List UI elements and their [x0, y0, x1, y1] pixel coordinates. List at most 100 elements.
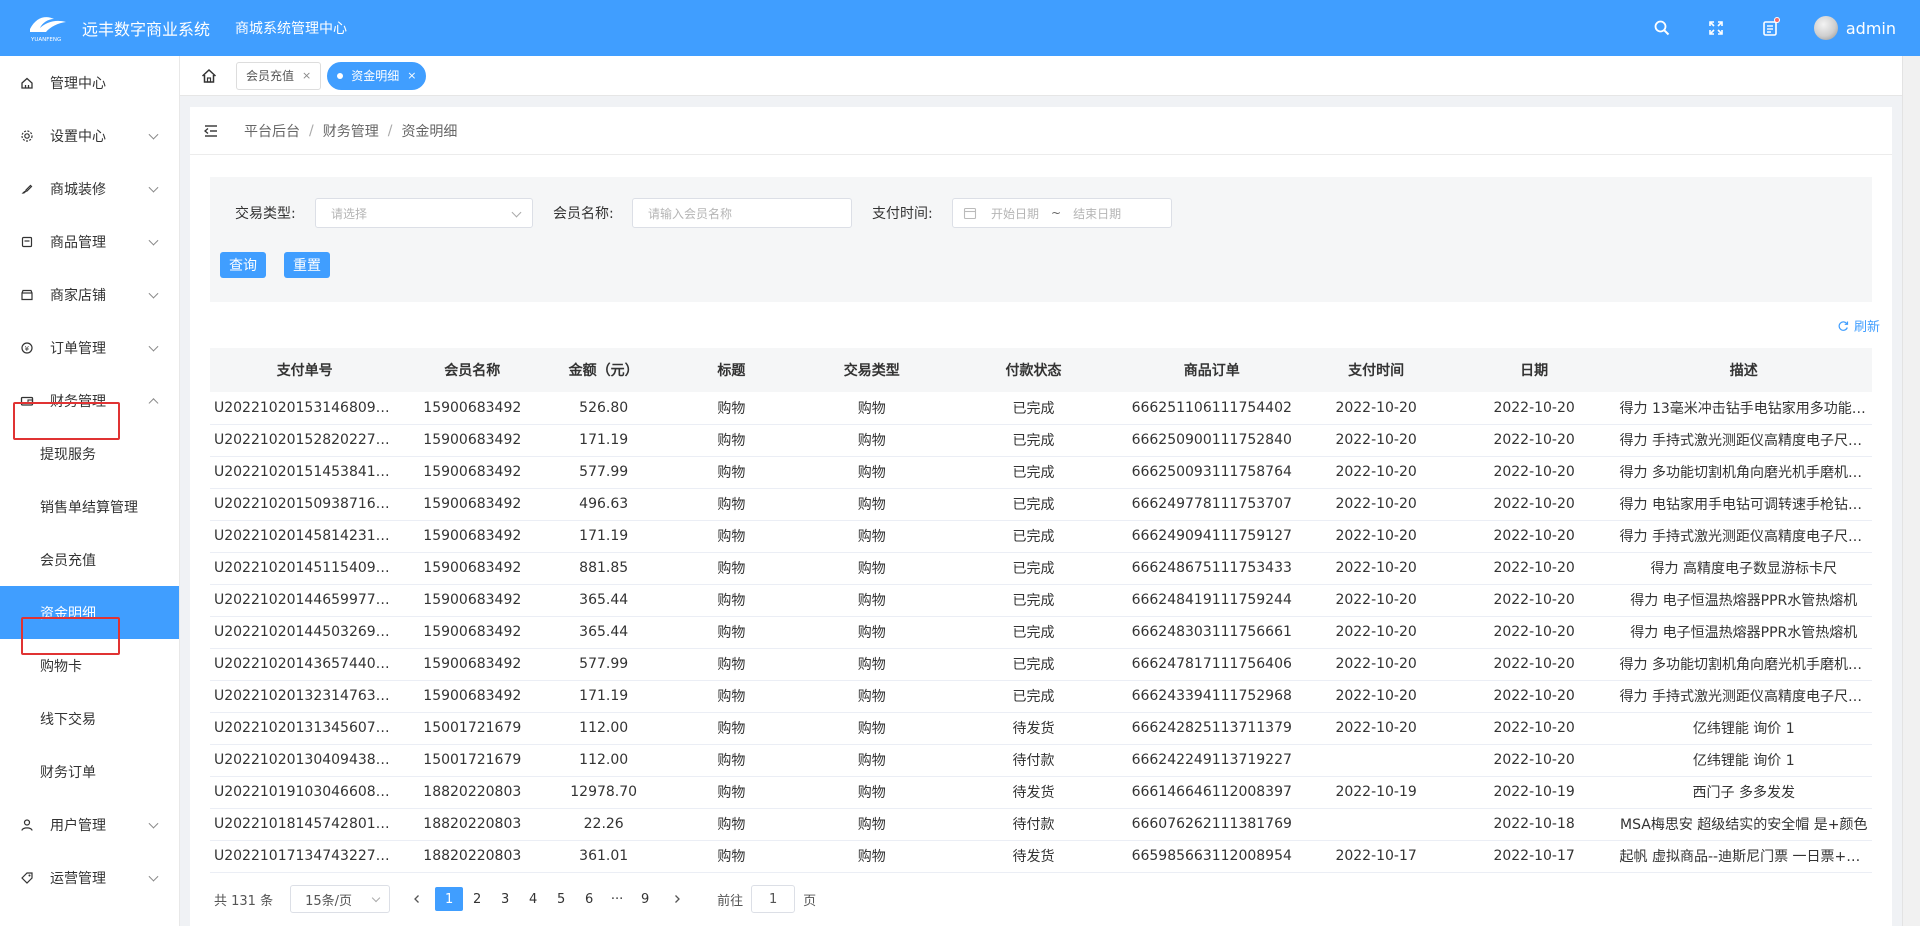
member-name-input[interactable]: 请输入会员名称 [632, 198, 852, 228]
reset-button[interactable]: 重置 [284, 252, 330, 278]
table-row[interactable]: U202210201531468096606​915900683492526.8… [210, 392, 1872, 425]
page-number[interactable]: 4 [519, 887, 547, 911]
pay-no-cell: U2022102014581423162720 [210, 520, 400, 553]
sidebar-item-settings[interactable]: 设置中心 [0, 109, 179, 162]
next-page-icon[interactable] [672, 894, 682, 904]
date-cell: 2022-10-20 [1452, 680, 1616, 713]
table-row[interactable]: U202210201514538413918315900683492577.99… [210, 456, 1872, 489]
page-number[interactable]: 5 [547, 887, 575, 911]
table-row[interactable]: U20221019103046608233261882022080312978.… [210, 776, 1872, 809]
date-cell: 2022-10-20 [1452, 424, 1616, 457]
table-row[interactable]: U202210201323147638899415900683492171.19… [210, 680, 1872, 713]
pay-status-cell: 待发货 [943, 776, 1124, 809]
table-row[interactable]: U202210201445032693444015900683492365.44… [210, 616, 1872, 649]
page-ellipsis[interactable]: ··· [603, 887, 631, 911]
total-count: 共 131 条 [214, 893, 274, 909]
table-row[interactable]: U202210201509387162465815900683492496.63… [210, 488, 1872, 521]
sidebar-subitem-recharge[interactable]: 会员充值 [0, 533, 179, 586]
page-number[interactable]: 3 [491, 887, 519, 911]
sidebar-item-stores[interactable]: 商家店铺 [0, 268, 179, 321]
sidebar-subitem-withdraw[interactable]: 提现服务 [0, 427, 179, 480]
member-cell: 15001721679 [399, 744, 546, 777]
goto-page-input[interactable]: 1 [751, 885, 796, 913]
menu-collapse-icon[interactable] [202, 122, 220, 140]
prev-page-icon[interactable] [412, 894, 422, 904]
user-menu[interactable]: admin [1813, 16, 1896, 40]
tabs-bar: 会员充值 × 资金明细 × [180, 56, 1920, 96]
pay-time-range-picker[interactable]: 开始日期 ~ 结束日期 [952, 198, 1172, 228]
message-icon[interactable] [1760, 17, 1780, 38]
fullscreen-icon[interactable] [1706, 18, 1726, 38]
breadcrumb-item[interactable]: 平台后台 [244, 121, 300, 141]
trade-type-cell: 购物 [800, 776, 944, 809]
page-number[interactable]: 2 [463, 887, 491, 911]
sidebar-subitem-fund-detail[interactable]: 资金明细 [0, 586, 179, 639]
trade-type-cell: 购物 [800, 392, 944, 425]
home-icon[interactable] [200, 67, 218, 85]
sidebar-subitem-shopping-card[interactable]: 购物卡 [0, 639, 179, 692]
pay-status-cell: 待付款 [943, 744, 1124, 777]
table-row[interactable]: U202210201313456074222915001721679112.00… [210, 712, 1872, 745]
title-cell: 购物 [662, 456, 801, 489]
brand-logo[interactable]: YUANFENG 远丰数字商业系统 [0, 13, 220, 43]
user-icon [20, 818, 34, 832]
column-header: 付款状态 [943, 348, 1124, 392]
trade-type-cell: 购物 [800, 584, 944, 617]
trade-type-select[interactable]: 请选择 [315, 198, 533, 228]
sidebar-subitem-offline[interactable]: 线下交易 [0, 692, 179, 745]
page-size-value: 15条/页 [305, 893, 353, 909]
page-number[interactable]: 1 [435, 887, 464, 911]
pay-no-cell: U2022102015282022702455 [210, 424, 400, 457]
sidebar-item-operations[interactable]: 运营管理 [0, 851, 179, 904]
column-header: 描述 [1615, 348, 1872, 392]
table-row[interactable]: U202210201451154097989415900683492881.85… [210, 552, 1872, 585]
goods-order-cell: 666249778111753707 [1123, 488, 1300, 521]
goods-order-cell: 666243394111752968 [1123, 680, 1300, 713]
gear-icon [20, 129, 34, 143]
member-cell: 18820220803 [399, 776, 546, 809]
page-number[interactable]: 6 [575, 887, 603, 911]
tab-fund-detail[interactable]: 资金明细 × [327, 61, 427, 90]
table-row[interactable]: U202210201458142316272015900683492171.19… [210, 520, 1872, 553]
tab-label: 会员充值 [246, 69, 295, 83]
start-date-placeholder[interactable]: 开始日期 [991, 205, 1039, 222]
query-button[interactable]: 查询 [220, 252, 266, 278]
sidebar-item-finance[interactable]: 财务管理 [0, 374, 179, 427]
close-icon[interactable]: × [407, 69, 416, 82]
table-row[interactable]: U202210201528202270245515900683492171.19… [210, 424, 1872, 457]
tab-member-recharge[interactable]: 会员充值 × [236, 61, 322, 90]
member-name-label: 会员名称: [553, 206, 614, 222]
sidebar-item-dashboard[interactable]: 管理中心 [0, 56, 179, 109]
table-row[interactable]: U202210171347432275546218820220803361.01… [210, 840, 1872, 873]
sidebar-item-label: 商城装修 [50, 181, 106, 198]
sidebar-subitem-settlement[interactable]: 销售单结算管理 [0, 480, 179, 533]
pay-no-cell: U2022101910304660823326 [210, 776, 400, 809]
pay-status-cell: 待付款 [943, 808, 1124, 841]
breadcrumb-item[interactable]: 财务管理 [323, 121, 379, 141]
sidebar-item-orders[interactable]: ¥ 订单管理 [0, 321, 179, 374]
sidebar-item-decoration[interactable]: 商城装修 [0, 162, 179, 215]
table-row[interactable]: U202210201436574404989915900683492577.99… [210, 648, 1872, 681]
page-scrollbar[interactable] [1902, 56, 1920, 926]
close-icon[interactable]: × [302, 69, 311, 82]
table-row[interactable]: U20221018145742801512241882022080322.26购… [210, 808, 1872, 841]
search-icon[interactable] [1652, 18, 1672, 38]
end-date-placeholder[interactable]: 结束日期 [1073, 205, 1121, 222]
page-size-select[interactable]: 15条/页 [290, 885, 391, 913]
home-icon [20, 76, 34, 90]
sidebar-item-label: 设置中心 [50, 128, 106, 145]
chevron-up-icon [148, 397, 159, 408]
page-number[interactable]: 9 [631, 887, 659, 911]
amount-cell: 171.19 [545, 520, 663, 553]
top-header: YUANFENG 远丰数字商业系统 商城系统管理中心 admin [0, 0, 1920, 56]
avatar[interactable] [1813, 16, 1838, 40]
table-row[interactable]: U202210201446599776770515900683492365.44… [210, 584, 1872, 617]
refresh-button[interactable]: 刷新 [1837, 316, 1880, 335]
chevron-down-icon [148, 235, 159, 246]
table-row[interactable]: U202210201304094387684915001721679112.00… [210, 744, 1872, 777]
sidebar-item-products[interactable]: 商品管理 [0, 215, 179, 268]
sidebar-subitem-finance-order[interactable]: 财务订单 [0, 745, 179, 798]
sidebar-item-users[interactable]: 用户管理 [0, 798, 179, 851]
amount-cell: 365.44 [545, 616, 663, 649]
brush-icon [20, 182, 34, 196]
